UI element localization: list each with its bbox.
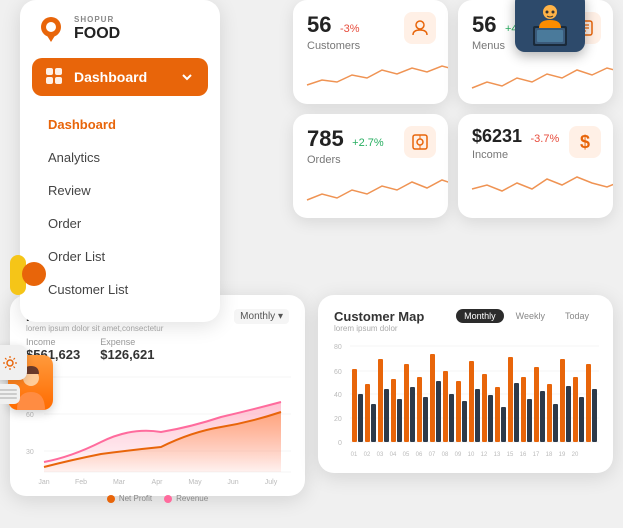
svg-text:Jan: Jan xyxy=(38,479,49,486)
svg-text:08: 08 xyxy=(442,452,449,458)
svg-text:06: 06 xyxy=(416,452,423,458)
income-change: -3.7% xyxy=(531,133,560,145)
dashboard-icon xyxy=(46,68,64,86)
logo-icon xyxy=(36,14,66,44)
legend-profit: Net Profit xyxy=(107,494,152,503)
orders-icon xyxy=(404,126,436,158)
svg-text:Jun: Jun xyxy=(227,479,238,486)
revenue-chart-area: 120 60 30 xyxy=(26,372,289,482)
svg-text:07: 07 xyxy=(429,452,436,458)
sidebar-item-review[interactable]: Review xyxy=(20,174,220,207)
svg-text:18: 18 xyxy=(546,452,553,458)
customers-value: 56 xyxy=(307,12,331,37)
svg-text:20: 20 xyxy=(572,452,579,458)
svg-text:13: 13 xyxy=(494,452,501,458)
dashboard-btn-label: Dashboard xyxy=(74,69,147,85)
income-stat-label: Income xyxy=(26,337,80,347)
menus-value: 56 xyxy=(472,12,496,37)
sidebar-nav: Dashboard Analytics Review Order Order L… xyxy=(20,104,220,322)
svg-text:02: 02 xyxy=(364,452,371,458)
svg-text:15: 15 xyxy=(507,452,514,458)
laptop-avatar xyxy=(515,0,585,52)
map-card-header: Customer Map lorem ipsum dolor Monthly W… xyxy=(334,309,597,333)
lines-widget xyxy=(0,384,20,404)
svg-text:40: 40 xyxy=(334,392,342,399)
svg-text:Mar: Mar xyxy=(113,479,126,486)
svg-text:0: 0 xyxy=(338,440,342,447)
orders-change: +2.7% xyxy=(352,137,384,149)
app-logo: SHOPUR FOOD xyxy=(20,0,220,58)
svg-text:30: 30 xyxy=(26,449,34,456)
svg-text:03: 03 xyxy=(377,452,384,458)
svg-text:05: 05 xyxy=(403,452,410,458)
sidebar-item-dashboard[interactable]: Dashboard xyxy=(20,108,220,141)
revenue-card: Revenue lorem ipsum dolor sit amet,conse… xyxy=(10,295,305,496)
svg-text:July: July xyxy=(265,479,278,486)
gear-icon xyxy=(2,355,18,371)
customers-chart xyxy=(307,60,447,92)
stat-card-income: $ $6231 -3.7% Income xyxy=(458,114,613,218)
map-subtitle: lorem ipsum dolor xyxy=(334,324,424,333)
income-chart xyxy=(472,169,612,201)
expense-stat-value: $126,621 xyxy=(100,347,154,362)
stat-card-customers: 56 -3% Customers xyxy=(293,0,448,104)
svg-text:01: 01 xyxy=(351,452,358,458)
income-icon: $ xyxy=(569,126,601,158)
tab-weekly[interactable]: Weekly xyxy=(508,309,553,323)
expense-stat-label: Expense xyxy=(100,337,154,347)
legend-revenue: Revenue xyxy=(164,494,208,503)
orders-chart xyxy=(307,174,447,206)
svg-text:80: 80 xyxy=(334,344,342,351)
stat-card-orders: 785 +2.7% Orders xyxy=(293,114,448,218)
settings-box xyxy=(0,345,27,380)
chevron-down-icon xyxy=(180,70,194,84)
svg-text:60: 60 xyxy=(334,369,342,376)
svg-text:19: 19 xyxy=(559,452,566,458)
monthly-selector[interactable]: Monthly ▾ xyxy=(234,309,289,324)
svg-text:17: 17 xyxy=(533,452,540,458)
revenue-subtitle: lorem ipsum dolor sit amet,consectetur xyxy=(26,324,163,333)
customers-change: -3% xyxy=(340,23,360,35)
svg-text:May: May xyxy=(188,479,202,486)
sidebar-item-analytics[interactable]: Analytics xyxy=(20,141,220,174)
svg-text:60: 60 xyxy=(26,412,34,419)
tab-today[interactable]: Today xyxy=(557,309,597,323)
orders-value: 785 xyxy=(307,126,344,151)
customers-icon xyxy=(404,12,436,44)
customer-map-card: Customer Map lorem ipsum dolor Monthly W… xyxy=(318,295,613,473)
revenue-chart: 120 60 30 xyxy=(26,372,291,487)
svg-text:Feb: Feb xyxy=(75,479,87,486)
sidebar-item-order[interactable]: Order xyxy=(20,207,220,240)
svg-text:20: 20 xyxy=(334,416,342,423)
svg-text:10: 10 xyxy=(468,452,475,458)
svg-text:12: 12 xyxy=(481,452,488,458)
svg-text:16: 16 xyxy=(520,452,527,458)
sidebar-item-customer-list[interactable]: Customer List xyxy=(20,273,220,306)
tab-monthly[interactable]: Monthly xyxy=(456,309,504,323)
map-title: Customer Map xyxy=(334,309,424,324)
bar-chart-area: 80 60 40 20 0 xyxy=(334,339,597,459)
customer-map-chart: 80 60 40 20 0 xyxy=(334,339,599,467)
income-value: $6231 xyxy=(472,126,522,146)
logo-text: SHOPUR FOOD xyxy=(74,16,120,42)
map-tabs: Monthly Weekly Today xyxy=(456,309,597,323)
svg-text:09: 09 xyxy=(455,452,462,458)
revenue-stats: Income $561,623 Expense $126,621 xyxy=(26,337,289,362)
sidebar-item-order-list[interactable]: Order List xyxy=(20,240,220,273)
main-container: SHOPUR FOOD Dashboard Dashboard Analytic… xyxy=(0,0,623,528)
menus-chart xyxy=(472,60,612,92)
orange-circle-accent xyxy=(22,262,46,286)
settings-widget xyxy=(0,345,27,404)
svg-text:Apr: Apr xyxy=(152,479,164,486)
dashboard-button[interactable]: Dashboard xyxy=(32,58,208,96)
svg-text:04: 04 xyxy=(390,452,397,458)
sidebar: SHOPUR FOOD Dashboard Dashboard Analytic… xyxy=(20,0,220,322)
